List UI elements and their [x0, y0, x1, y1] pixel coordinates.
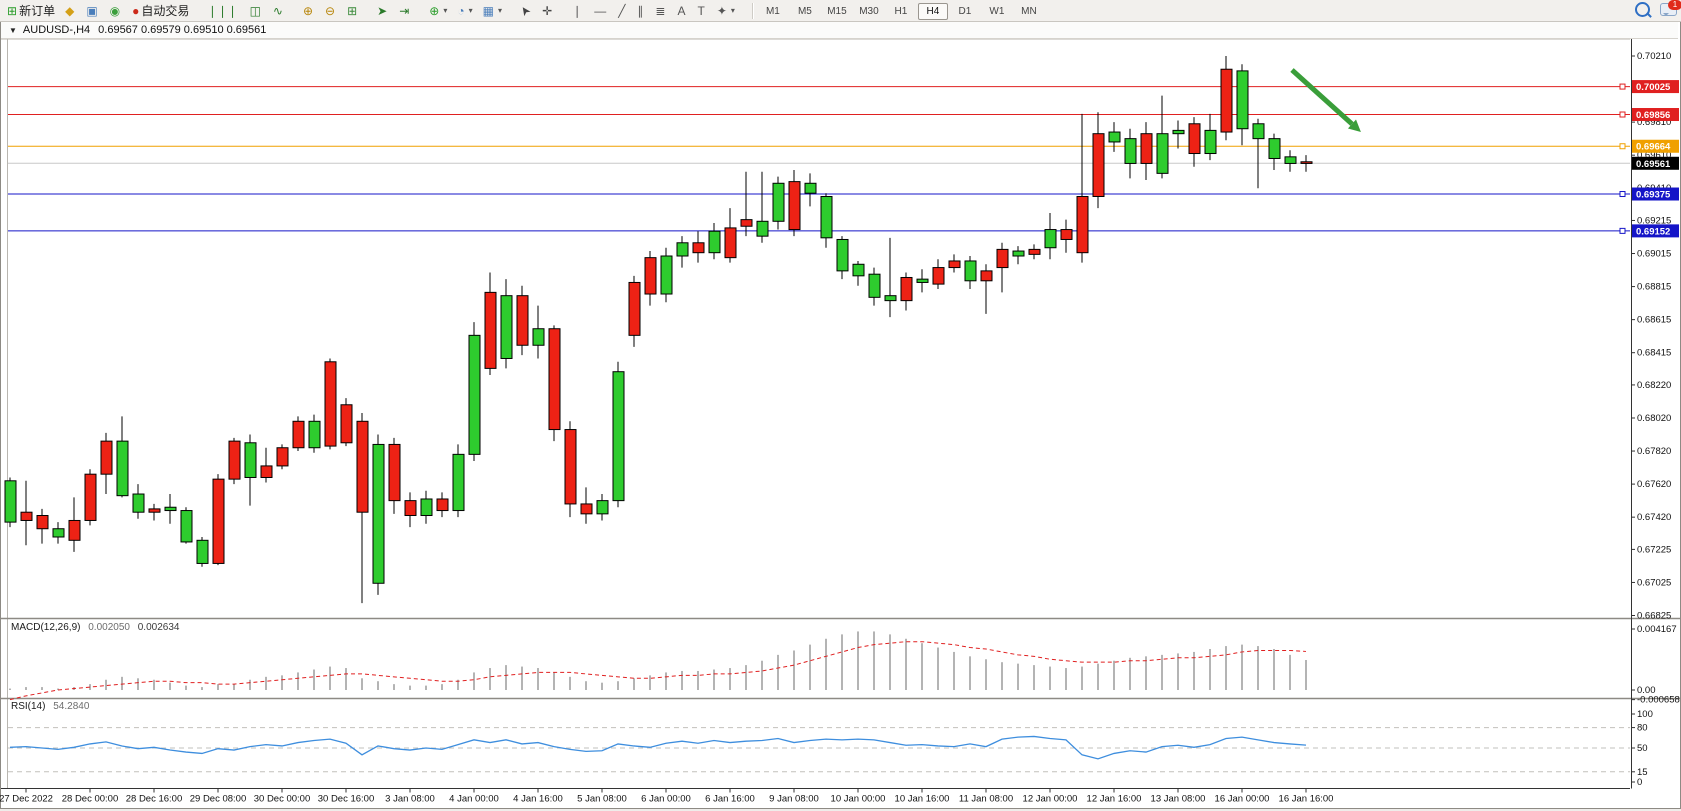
zoom-in-button[interactable]: ⊕ [299, 1, 319, 21]
timeframe-m1[interactable]: M1 [758, 3, 788, 20]
chevron-down-icon[interactable]: ▾ [498, 6, 502, 15]
candlestick-icon: ◫ [250, 5, 261, 17]
chart-shift-button[interactable]: ⇥ [395, 1, 415, 21]
trendline-button[interactable]: ╱ [614, 1, 631, 21]
crosshair-button[interactable]: ✛ [538, 1, 558, 21]
line-chart-icon: ∿ [273, 5, 283, 17]
vertical-line-button[interactable]: ❘ [568, 1, 588, 21]
cursor-button[interactable]: ➤ [516, 1, 536, 21]
text-button[interactable]: A [673, 1, 691, 21]
timeframe-h4[interactable]: H4 [918, 3, 948, 20]
horizontal-line-button[interactable]: ― [590, 1, 612, 21]
auto-scroll-icon: ➤ [377, 5, 387, 17]
cursor-icon: ➤ [517, 3, 533, 18]
template-icon: ▦ [483, 5, 494, 17]
new-order-button[interactable]: ⊞新订单 [3, 1, 59, 21]
rsi-name: RSI(14) [11, 701, 45, 712]
marketwatch-button[interactable]: ◆ [61, 1, 80, 21]
timeframe-mn[interactable]: MN [1014, 3, 1044, 20]
auto-trading-button[interactable]: ●自动交易 [128, 1, 193, 21]
timeframe-m15[interactable]: M15 [822, 3, 852, 20]
indicators-button[interactable]: ⊕▾ [425, 1, 451, 21]
tile-windows-icon: ⊞ [347, 5, 357, 17]
notification-badge: 1 [1668, 0, 1681, 10]
tile-windows-button[interactable]: ⊞ [343, 1, 363, 21]
auto-trading-button-label: 自动交易 [141, 2, 189, 19]
chevron-down-icon[interactable]: ▾ [731, 6, 735, 15]
templates-button[interactable]: ▦▾ [479, 1, 506, 21]
chart-shift-icon: ⇥ [399, 5, 409, 17]
trendline-icon: ╱ [618, 5, 625, 17]
zoom-out-button[interactable]: ⊖ [321, 1, 341, 21]
chevron-down-icon[interactable]: ▾ [443, 6, 447, 15]
terminal-icon: ◉ [110, 5, 120, 17]
timeframe-m30[interactable]: M30 [854, 3, 884, 20]
chart-menu-caret-icon[interactable]: ▼ [9, 26, 17, 35]
rsi-value: 54.2840 [53, 701, 89, 712]
navigator-button[interactable]: ▣ [82, 1, 103, 21]
channel-button[interactable]: ∥ [633, 1, 649, 21]
bar-chart-icon: ❘❘❘ [207, 5, 237, 17]
text-icon: A [677, 5, 685, 17]
macd-main-value: 0.002050 [88, 622, 130, 633]
text-label-button[interactable]: T [694, 1, 711, 21]
clock-icon: ◔ [457, 5, 464, 17]
bar-chart-button[interactable]: ❘❘❘ [203, 1, 243, 21]
channel-icon: ∥ [637, 5, 643, 17]
terminal-button[interactable]: ◉ [106, 1, 126, 21]
timeframe-d1[interactable]: D1 [950, 3, 980, 20]
chart-window[interactable] [0, 21, 1681, 809]
candlestick-chart-button[interactable]: ◫ [246, 1, 267, 21]
chart-ohlc-values: 0.69567 0.69579 0.69510 0.69561 [98, 24, 266, 36]
arrows-icon: ✦ [717, 5, 727, 17]
toolbar-separator [752, 3, 753, 19]
periods-button[interactable]: ◔▾ [453, 1, 476, 21]
autotrading-icon: ● [132, 5, 139, 17]
auto-scroll-button[interactable]: ➤ [373, 1, 393, 21]
timeframe-h1[interactable]: H1 [886, 3, 916, 20]
marketwatch-icon: ◆ [65, 5, 74, 17]
new-order-icon: ⊞ [7, 5, 17, 17]
chevron-down-icon[interactable]: ▾ [469, 6, 473, 15]
timeframe-m5[interactable]: M5 [790, 3, 820, 20]
fibonacci-button[interactable]: ≣ [651, 1, 671, 21]
macd-indicator-label: MACD(12,26,9) 0.002050 0.002634 [11, 622, 179, 633]
line-chart-button[interactable]: ∿ [269, 1, 289, 21]
chart-symbol-period: AUDUSD-,H4 [23, 24, 90, 36]
indicators-icon: ⊕ [429, 5, 439, 17]
search-icon[interactable] [1635, 2, 1650, 17]
chart-title-bar: ▼ AUDUSD-,H4 0.69567 0.69579 0.69510 0.6… [1, 22, 1678, 39]
vertical-line-icon: ❘ [572, 5, 582, 17]
navigator-icon: ▣ [86, 5, 97, 17]
timeframe-w1[interactable]: W1 [982, 3, 1012, 20]
rsi-indicator-label: RSI(14) 54.2840 [11, 701, 89, 712]
text-label-icon: T [698, 5, 705, 17]
new-order-button-label: 新订单 [19, 2, 55, 19]
fibonacci-icon: ≣ [655, 5, 665, 17]
zoom-out-icon: ⊖ [325, 5, 335, 17]
zoom-in-icon: ⊕ [303, 5, 313, 17]
macd-name: MACD(12,26,9) [11, 622, 80, 633]
main-toolbar: ⊞新订单◆▣◉●自动交易❘❘❘◫∿⊕⊖⊞➤⇥⊕▾◔▾▦▾➤✛❘―╱∥≣AT✦▾ … [0, 0, 1681, 22]
notifications-icon[interactable]: 1 [1660, 3, 1677, 16]
horizontal-line-icon: ― [594, 5, 606, 17]
arrows-button[interactable]: ✦▾ [713, 1, 739, 21]
crosshair-icon: ✛ [542, 5, 552, 17]
macd-signal-value: 0.002634 [138, 622, 180, 633]
